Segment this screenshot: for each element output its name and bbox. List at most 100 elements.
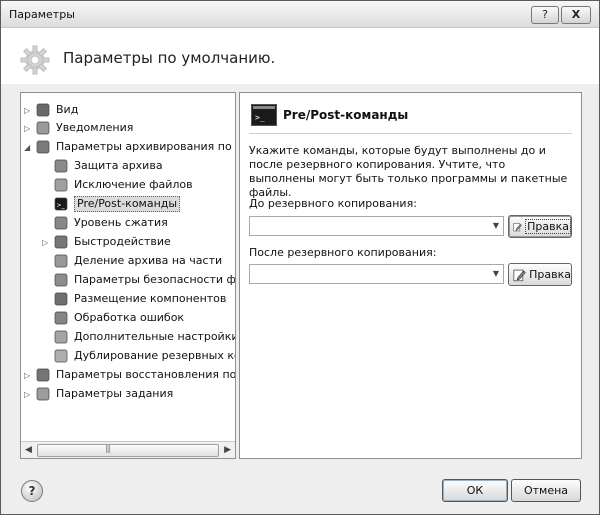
tree-item[interactable]: ◢ Параметры архивирования по умол bbox=[24, 138, 235, 156]
tree-item[interactable]: ▷ Параметры восстановления по умо bbox=[24, 366, 236, 384]
svg-text:>_: >_ bbox=[255, 113, 265, 122]
after-backup-label: После резервного копирования: bbox=[249, 246, 437, 259]
edit-pencil-icon bbox=[513, 269, 526, 281]
error-handling-icon bbox=[54, 311, 68, 325]
expander-icon[interactable]: ▷ bbox=[42, 238, 51, 247]
security-icon bbox=[54, 273, 68, 287]
scroll-left-icon[interactable]: ◀ bbox=[25, 445, 32, 455]
window-title: Параметры bbox=[9, 8, 75, 21]
lock-icon bbox=[54, 159, 68, 173]
dropdown-arrow-icon[interactable]: ▼ bbox=[493, 269, 499, 278]
title-help-button[interactable]: ? bbox=[531, 6, 559, 24]
after-backup-combo[interactable]: ▼ bbox=[249, 264, 504, 284]
dialog-body: ▷ Вид ▷ Уведомления ◢ Параметры архивирования… bbox=[1, 84, 599, 514]
before-edit-label: Правка bbox=[525, 219, 571, 234]
notifications-icon bbox=[36, 121, 50, 135]
tree-item[interactable]: Дублирование резервных копи bbox=[42, 347, 235, 365]
tree-item-label: Параметры восстановления по умо bbox=[56, 368, 236, 381]
tree-item[interactable]: Исключение файлов bbox=[42, 176, 193, 194]
tree-item[interactable]: ▷ Параметры задания bbox=[24, 385, 173, 403]
after-edit-label: Правка bbox=[529, 268, 571, 281]
tree-item-label: Деление архива на части bbox=[74, 254, 223, 267]
tree-item-label: Исключение файлов bbox=[74, 178, 193, 191]
tree-item-label: Быстродействие bbox=[74, 235, 171, 248]
task-icon bbox=[36, 387, 50, 401]
split-archive-icon bbox=[54, 254, 68, 268]
help-icon[interactable]: ? bbox=[21, 480, 43, 502]
tree-item[interactable]: ▷ Уведомления bbox=[24, 119, 133, 137]
expander-icon[interactable]: ▷ bbox=[24, 124, 33, 133]
title-bar: Параметры ? X bbox=[1, 1, 599, 28]
cancel-button[interactable]: Отмена bbox=[511, 479, 581, 502]
console-icon: >_ bbox=[251, 104, 277, 126]
tree-item[interactable]: Обработка ошибок bbox=[42, 309, 184, 327]
tree-item-label: Уведомления bbox=[56, 121, 134, 134]
options-tree: ▷ Вид ▷ Уведомления ◢ Параметры архивирования… bbox=[20, 92, 236, 459]
scroll-right-icon[interactable]: ▶ bbox=[224, 445, 231, 455]
components-icon bbox=[54, 292, 68, 306]
tree-item-label: Вид bbox=[56, 103, 79, 116]
options-dialog: Параметры ? X Параметры по умолчанию. ▷ В… bbox=[0, 0, 600, 515]
before-backup-combo[interactable]: ▼ bbox=[249, 216, 504, 236]
tree-item-label: Дополнительные настройки bbox=[74, 330, 236, 343]
tree-item-label: Размещение компонентов bbox=[74, 292, 227, 305]
expander-icon[interactable]: ▷ bbox=[24, 371, 33, 380]
tree-item-label: Pre/Post-команды bbox=[74, 196, 181, 212]
console-icon: >_ bbox=[54, 197, 68, 211]
tree-item-label: Защита архива bbox=[74, 159, 163, 172]
tree-item[interactable]: Параметры безопасности файло bbox=[42, 271, 236, 289]
tree-item[interactable]: Уровень сжатия bbox=[42, 214, 168, 232]
edit-pencil-icon bbox=[513, 222, 522, 231]
tree-item[interactable]: >_ Pre/Post-команды bbox=[42, 195, 181, 213]
tree-item[interactable]: ▷ Быстродействие bbox=[42, 233, 171, 251]
before-edit-button[interactable]: Правка bbox=[508, 215, 572, 238]
performance-icon bbox=[54, 235, 68, 249]
svg-text:>_: >_ bbox=[57, 202, 66, 209]
gear-icon bbox=[20, 45, 50, 75]
compression-icon bbox=[54, 216, 68, 230]
tree-item[interactable]: Деление архива на части bbox=[42, 252, 222, 270]
archive-icon bbox=[36, 140, 50, 154]
expander-icon[interactable]: ▷ bbox=[24, 106, 33, 115]
duplicate-icon bbox=[54, 349, 68, 363]
tree-item[interactable]: ▷ Вид bbox=[24, 101, 78, 119]
exclude-files-icon bbox=[54, 178, 68, 192]
tree-item-label: Параметры архивирования по умол bbox=[56, 140, 235, 153]
dialog-header: Параметры по умолчанию. bbox=[1, 28, 599, 84]
scroll-thumb[interactable] bbox=[37, 444, 219, 457]
scroll-grip-icon: ||| bbox=[105, 444, 111, 453]
tree-item[interactable]: Дополнительные настройки bbox=[42, 328, 236, 346]
panel-divider bbox=[249, 133, 572, 134]
tree-item-label: Уровень сжатия bbox=[74, 216, 168, 229]
restore-icon bbox=[36, 368, 50, 382]
view-icon bbox=[36, 103, 50, 117]
tree-horizontal-scrollbar[interactable]: ◀ ||| ▶ bbox=[21, 441, 235, 458]
expander-icon[interactable]: ◢ bbox=[24, 143, 33, 152]
close-button[interactable]: X bbox=[561, 6, 591, 24]
dropdown-arrow-icon[interactable]: ▼ bbox=[493, 221, 499, 230]
expander-icon[interactable]: ▷ bbox=[24, 390, 33, 399]
tree-item-label: Обработка ошибок bbox=[74, 311, 185, 324]
ok-button[interactable]: ОК bbox=[442, 479, 508, 502]
settings-panel: >_ Pre/Post-команды Укажите команды, кот… bbox=[239, 92, 582, 459]
after-edit-button[interactable]: Правка bbox=[508, 263, 572, 286]
before-backup-label: До резервного копирования: bbox=[249, 197, 417, 210]
tree-item[interactable]: Размещение компонентов bbox=[42, 290, 226, 308]
tree-item-label: Параметры безопасности файло bbox=[74, 273, 236, 286]
header-title: Параметры по умолчанию. bbox=[63, 49, 276, 67]
tree-item[interactable]: Защита архива bbox=[42, 157, 163, 175]
advanced-settings-icon bbox=[54, 330, 68, 344]
tree-item-label: Параметры задания bbox=[56, 387, 174, 400]
panel-description: Укажите команды, которые будут выполнены… bbox=[249, 144, 568, 199]
tree-item-label: Дублирование резервных копи bbox=[74, 349, 235, 362]
